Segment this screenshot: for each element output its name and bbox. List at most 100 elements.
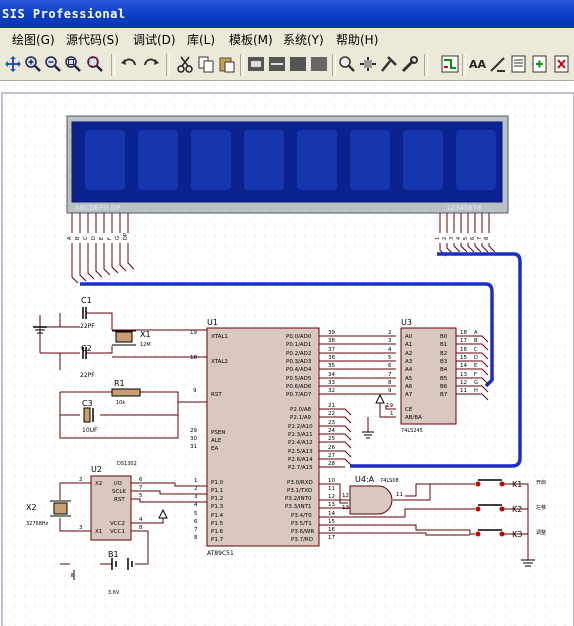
menu-draw[interactable]: 绘图(G) — [12, 31, 55, 48]
block-move-icon[interactable] — [268, 55, 286, 73]
package-tool-icon[interactable] — [380, 55, 398, 73]
wire-autorouter-icon[interactable] — [441, 55, 459, 73]
resistor-r1[interactable]: R1 10k — [111, 379, 141, 406]
pin-num: 9 — [388, 388, 392, 394]
pin-label: G — [115, 236, 121, 240]
menu-debug[interactable]: 调试(D) — [133, 31, 176, 48]
schematic-canvas[interactable]: ABCDEFG DP 12345678 A B C D E F G DP 1 2… — [0, 81, 574, 626]
pin-num: 4 — [194, 502, 198, 508]
zoom-all-icon[interactable] — [64, 55, 82, 73]
crystal-x1[interactable]: X1 12M — [112, 330, 151, 348]
rtc-u2[interactable]: U2 DS1302 X2 X1 I/O SCLK RST VCC2 VCC1 2… — [79, 461, 143, 541]
pin-label: DP — [123, 233, 129, 240]
window-title: SIS Professional — [2, 7, 126, 21]
pin-num: 26 — [328, 445, 335, 451]
display-digit-label: 12345678 — [446, 204, 482, 212]
pin-label: 8 — [484, 237, 490, 240]
pin-name: XTAL1 — [211, 334, 228, 340]
and-gate-u4a[interactable]: U4:A 74LS08 12 13 11 — [342, 475, 403, 515]
undo-icon[interactable] — [120, 55, 138, 73]
delete-sheet-icon[interactable] — [553, 55, 571, 73]
b1-ref: B1 — [108, 550, 119, 559]
pin-name: VCC2 — [110, 521, 125, 527]
menu-library[interactable]: 库(L) — [187, 31, 215, 48]
redo-icon[interactable] — [142, 55, 160, 73]
zoom-area-icon[interactable] — [86, 55, 104, 73]
pin-name: P3.2/INT0 — [285, 496, 312, 502]
u4a-part: 74LS08 — [380, 478, 399, 484]
pin-num: 17 — [328, 535, 335, 541]
pin-num: 24 — [328, 428, 335, 434]
buffer-u3[interactable]: U3 74LS245 A0 A1 A2 A3 A4 A5 A6 A7 B0 B1… — [386, 318, 467, 434]
pin-name: B5 — [440, 376, 448, 382]
menu-help[interactable]: 帮助(H) — [336, 31, 378, 48]
pin-num: 15 — [460, 355, 467, 361]
k2-label: 左移 — [536, 504, 546, 511]
cap-c2[interactable]: C2 22PF — [80, 344, 95, 379]
new-sheet-icon[interactable] — [531, 55, 549, 73]
menu-bar: 绘图(G) 源代码(S) 调试(D) 库(L) 模板(M) 系统(Y) 帮助(H… — [0, 28, 574, 50]
block-delete-icon[interactable] — [310, 55, 328, 73]
pin-num: 30 — [190, 436, 197, 442]
zoom-out-icon[interactable] — [44, 55, 62, 73]
block-rotate-icon[interactable] — [289, 55, 307, 73]
block-copy-icon[interactable] — [247, 55, 265, 73]
display-seg-label: ABCDEFG DP — [75, 204, 120, 212]
pin-name: P2.6/A14 — [288, 457, 313, 463]
pin-num: 5 — [139, 493, 143, 499]
pin-label: E — [99, 237, 105, 240]
pin-num: 33 — [328, 380, 335, 386]
pin-num: 38 — [328, 338, 335, 344]
pin-num: 11 — [396, 492, 403, 498]
make-device-icon[interactable] — [359, 55, 377, 73]
pin-name: A0 — [405, 334, 413, 340]
zoom-in-icon[interactable] — [24, 55, 42, 73]
pin-num: 2 — [388, 330, 392, 336]
decompose-icon[interactable] — [401, 55, 419, 73]
paste-icon[interactable] — [218, 55, 236, 73]
x1-ref: X1 — [140, 330, 151, 339]
pin-name: P1.7 — [211, 537, 224, 543]
pick-device-icon[interactable] — [338, 55, 356, 73]
pin-name: B6 — [440, 384, 448, 390]
menu-system[interactable]: 系统(Y) — [283, 31, 324, 48]
menu-source[interactable]: 源代码(S) — [66, 31, 119, 48]
pin-name: B2 — [440, 351, 447, 357]
c1-ref: C1 — [81, 296, 92, 305]
seven-segment-display[interactable]: ABCDEFG DP 12345678 — [66, 115, 509, 214]
pin-name: P1.4 — [211, 513, 224, 519]
schematic-drawing: ABCDEFG DP 12345678 A B C D E F G DP 1 2… — [1, 92, 574, 626]
pin-num: 34 — [328, 372, 335, 378]
battery-b1[interactable]: B1 3.6V — [71, 550, 133, 596]
crystal-x2[interactable]: X2 32768Hz — [26, 500, 71, 527]
display-pin-labels: A B C D E F G DP 1 2 3 4 5 6 7 8 — [67, 233, 490, 240]
pin-name: P3.0/RXD — [287, 480, 313, 486]
pin-num: 13 — [328, 502, 335, 508]
cut-icon[interactable] — [176, 55, 194, 73]
pin-num: 15 — [328, 519, 335, 525]
pin-num: 12 — [342, 493, 349, 499]
pan-icon[interactable] — [4, 55, 22, 73]
pin-name: P1.3 — [211, 504, 224, 510]
pin-num: 1 — [194, 478, 198, 484]
property-tool-icon[interactable] — [489, 55, 507, 73]
pin-name: P2.4/A12 — [288, 440, 313, 446]
r1-value: 10k — [116, 400, 125, 406]
cap-c3[interactable]: C3 10UF — [82, 399, 98, 434]
net-label: D — [474, 355, 478, 361]
pin-num: 5 — [194, 511, 198, 517]
menu-template[interactable]: 模板(M) — [229, 31, 273, 48]
search-tag-icon[interactable]: AA — [469, 55, 487, 73]
copy-icon[interactable] — [197, 55, 215, 73]
mcu-u1[interactable]: U1 AT89C51 XTAL1 XTAL2 RST PSEN ALE EA P… — [190, 318, 335, 557]
u2-ref: U2 — [91, 465, 102, 474]
pin-name: P2.3/A11 — [288, 432, 313, 438]
net-label: A — [474, 330, 478, 336]
power-terminal-icon — [158, 508, 168, 519]
bom-icon[interactable] — [510, 55, 528, 73]
r1-ref: R1 — [114, 379, 125, 388]
pin-name: P3.3/INT1 — [285, 504, 312, 510]
pin-num: 2 — [79, 477, 83, 483]
pin-name: X1 — [95, 529, 102, 535]
pin-name: P2.0/A8 — [290, 407, 312, 413]
